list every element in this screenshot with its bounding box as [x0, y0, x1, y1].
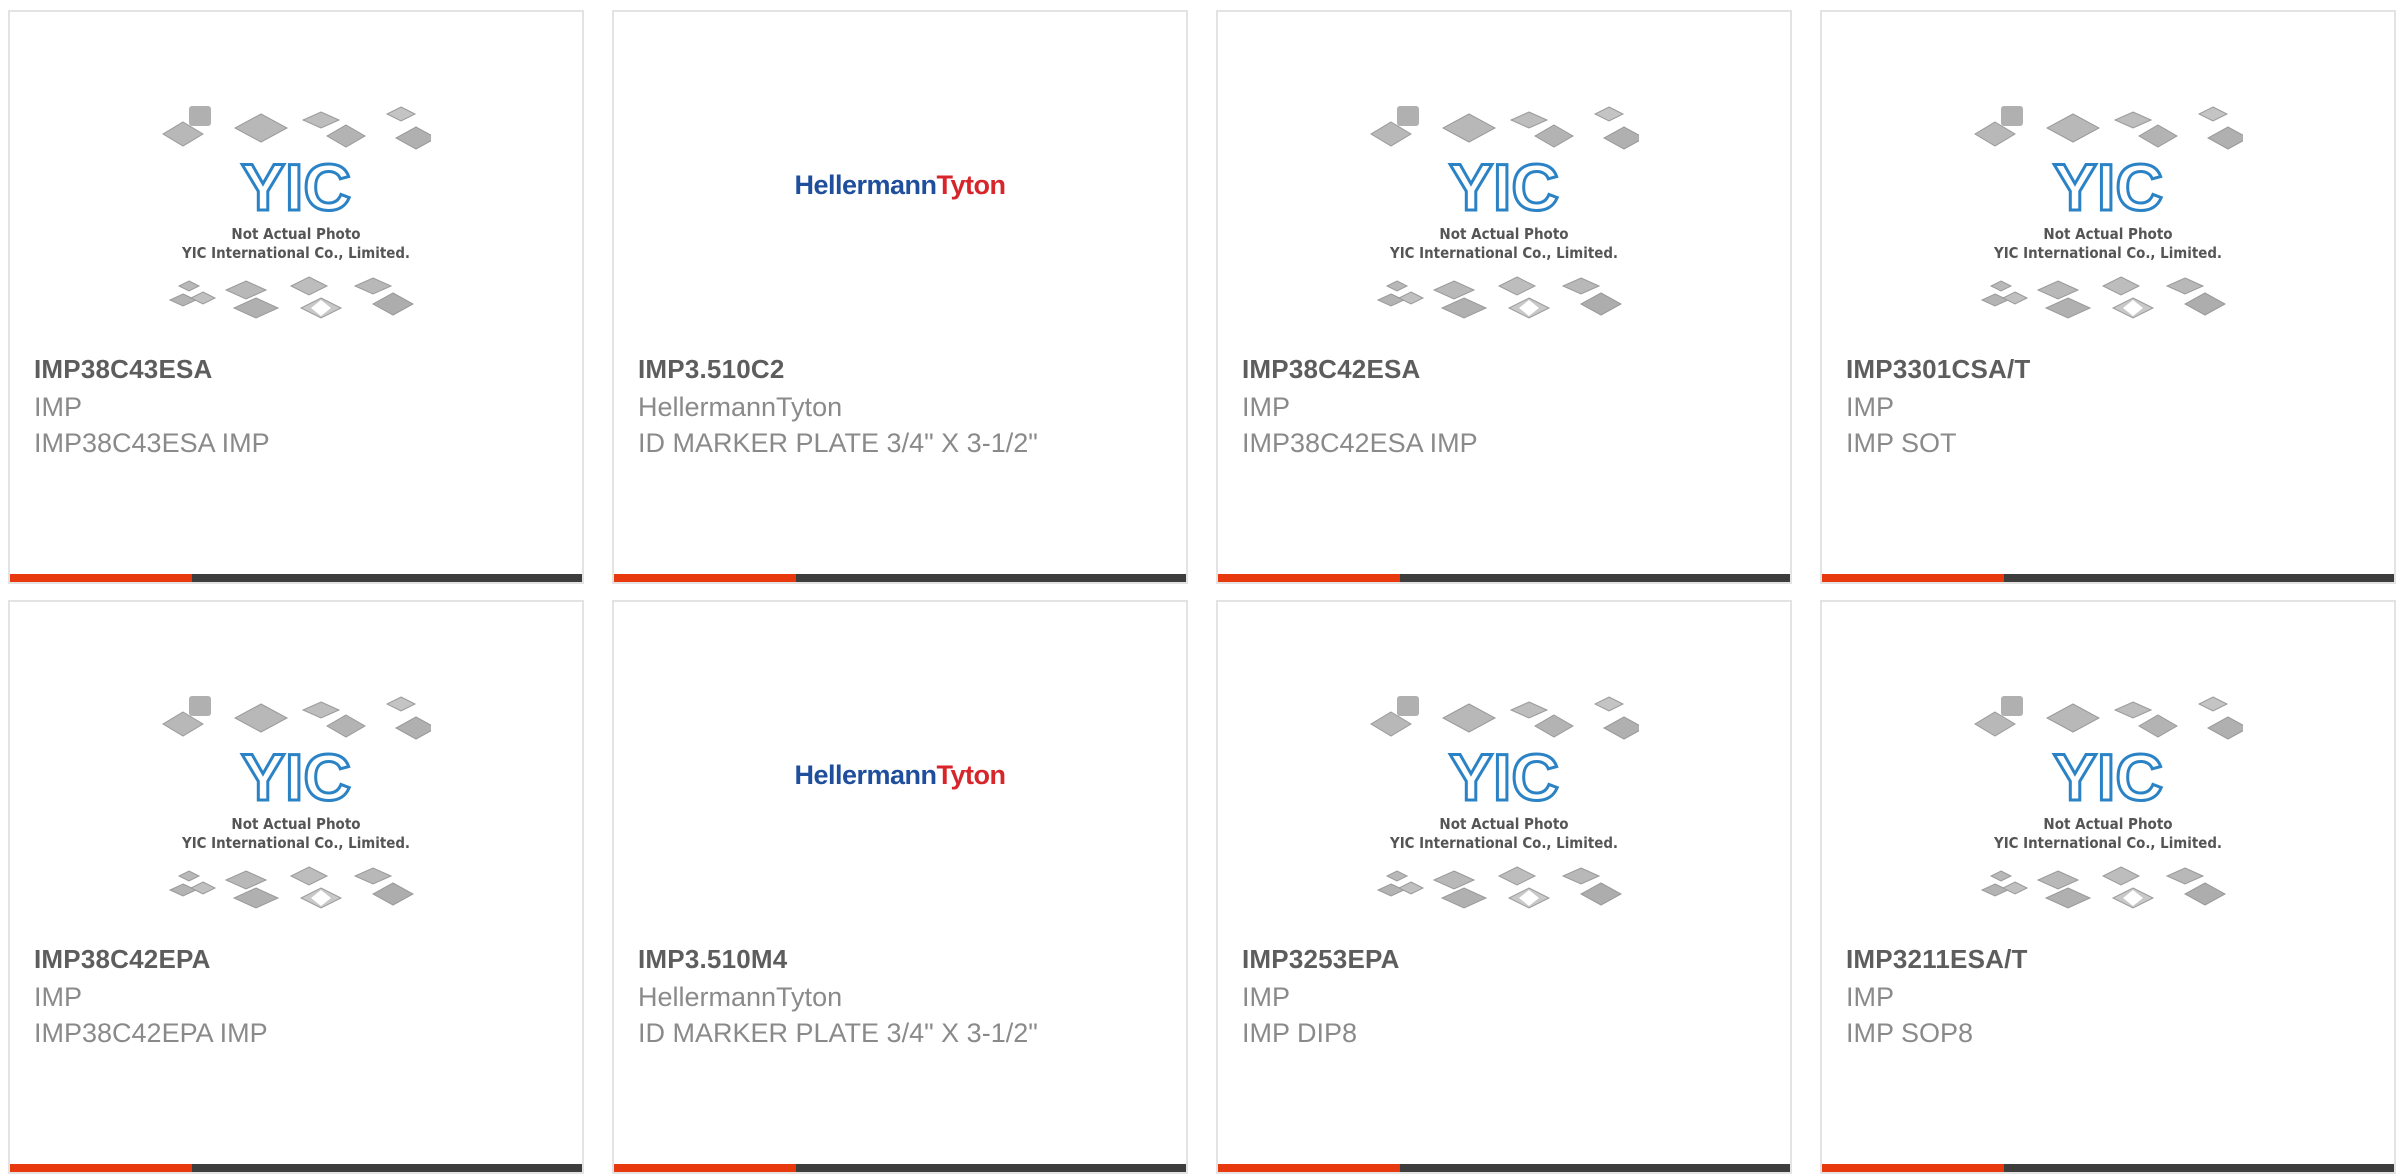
product-image-placeholder: YIC Not Actual Photo YIC International Co.… — [1822, 98, 2394, 354]
product-image-placeholder: YIC Not Actual Photo YIC International Co.… — [1218, 688, 1790, 944]
card-bottom-bar — [10, 574, 582, 582]
product-image-placeholder: YIC Not Actual Photo YIC International Co.… — [10, 688, 582, 944]
manufacturer-name: IMP — [1242, 392, 1291, 422]
placeholder-caption-line2: YIC International Co., Limited. — [1389, 834, 1618, 852]
placeholder-caption-line2: YIC International Co., Limited. — [1993, 244, 2222, 262]
product-card[interactable]: YIC Not Actual Photo YIC International Co.… — [1216, 600, 1792, 1174]
card-bottom-bar — [1218, 1164, 1790, 1172]
card-accent-bar — [10, 1164, 192, 1172]
yic-logo: YIC — [241, 150, 351, 224]
card-accent-bar — [1218, 1164, 1400, 1172]
card-accent-bar — [614, 1164, 796, 1172]
brand-logo-image: HellermannTyton — [614, 688, 1186, 944]
chip-icons-bottom — [1980, 276, 2227, 319]
placeholder-caption-line2: YIC International Co., Limited. — [181, 244, 410, 262]
chip-icons-bottom — [1376, 866, 1623, 909]
chip-icons-bottom — [1980, 866, 2227, 909]
yic-placeholder-graphic: YICNot Actual PhotoYIC International Co.… — [1370, 696, 1639, 909]
product-card[interactable]: YIC Not Actual Photo YIC International Co.… — [8, 10, 584, 584]
product-description: IMP38C42EPA IMP — [34, 1018, 268, 1048]
product-card[interactable]: HellermannTyton IMP3.510M4 HellermannTyt… — [612, 600, 1188, 1174]
product-image-placeholder: YIC Not Actual Photo YIC International Co.… — [1822, 688, 2394, 944]
product-description: IMP38C42ESA IMP — [1242, 428, 1478, 458]
manufacturer-name: IMP — [1846, 982, 1895, 1012]
product-description: IMP SOP8 — [1846, 1018, 1974, 1048]
yic-placeholder-graphic: YICNot Actual PhotoYIC International Co.… — [1974, 106, 2243, 319]
product-description: IMP SOT — [1846, 428, 1957, 458]
part-number[interactable]: IMP3253EPA — [1242, 944, 1400, 975]
chip-icons-bottom — [168, 276, 415, 319]
card-accent-bar — [10, 574, 192, 582]
part-number[interactable]: IMP3301CSA/T — [1846, 354, 2030, 385]
placeholder-caption-line1: Not Actual Photo — [1439, 225, 1568, 243]
yic-logo: YIC — [1449, 150, 1559, 224]
product-card[interactable]: YIC Not Actual Photo YIC International Co.… — [1216, 10, 1792, 584]
placeholder-caption-line2: YIC International Co., Limited. — [1993, 834, 2222, 852]
chip-icons-top — [1974, 696, 2243, 740]
logo-text-part1: Hellermann — [794, 170, 937, 200]
part-number[interactable]: IMP38C42ESA — [1242, 354, 1421, 385]
yic-logo: YIC — [2053, 740, 2163, 814]
logo-text-part2: Tyton — [936, 170, 1006, 200]
chip-icons-top — [162, 106, 431, 150]
card-bottom-bar — [10, 1164, 582, 1172]
product-description: ID MARKER PLATE 3/4" X 3-1/2" — [638, 428, 1038, 458]
product-card[interactable]: YIC Not Actual Photo YIC International Co.… — [1820, 10, 2396, 584]
yic-placeholder-graphic: YICNot Actual PhotoYIC International Co.… — [1370, 106, 1639, 319]
manufacturer-name: HellermannTyton — [638, 982, 843, 1012]
placeholder-caption-line1: Not Actual Photo — [2043, 815, 2172, 833]
product-image-placeholder: YIC Not Actual Photo YIC International Co.… — [1218, 98, 1790, 354]
hellermanntyton-logo: HellermannTyton — [614, 760, 1186, 800]
yic-logo: YIC — [1449, 740, 1559, 814]
product-card[interactable]: HellermannTyton IMP3.510C2 HellermannTyt… — [612, 10, 1188, 584]
chip-icons-bottom — [1376, 276, 1623, 319]
chip-icons-top — [1370, 106, 1639, 150]
yic-placeholder-graphic: YICNot Actual PhotoYIC International Co.… — [1974, 696, 2243, 909]
placeholder-caption-line2: YIC International Co., Limited. — [1389, 244, 1618, 262]
card-accent-bar — [1218, 574, 1400, 582]
card-accent-bar — [614, 574, 796, 582]
card-bottom-bar — [1218, 574, 1790, 582]
product-card[interactable]: YIC Not Actual Photo YIC International Co.… — [1820, 600, 2396, 1174]
part-number[interactable]: IMP3.510M4 — [638, 944, 787, 975]
placeholder-caption-line1: Not Actual Photo — [2043, 225, 2172, 243]
chip-icons-top — [1370, 696, 1639, 740]
chip-icons-bottom — [168, 866, 415, 909]
placeholder-caption-line2: YIC International Co., Limited. — [181, 834, 410, 852]
manufacturer-name: HellermannTyton — [638, 392, 843, 422]
brand-logo-image: HellermannTyton — [614, 98, 1186, 354]
yic-logo: YIC — [2053, 150, 2163, 224]
card-accent-bar — [1822, 574, 2004, 582]
manufacturer-name: IMP — [1846, 392, 1895, 422]
product-description: IMP38C43ESA IMP — [34, 428, 270, 458]
hellermanntyton-logo: HellermannTyton — [614, 170, 1186, 210]
placeholder-caption-line1: Not Actual Photo — [231, 225, 360, 243]
placeholder-caption-line1: Not Actual Photo — [231, 815, 360, 833]
card-bottom-bar — [1822, 1164, 2394, 1172]
yic-logo: YIC — [241, 740, 351, 814]
part-number[interactable]: IMP3.510C2 — [638, 354, 785, 385]
logo-text-part1: Hellermann — [794, 760, 937, 790]
card-bottom-bar — [1822, 574, 2394, 582]
card-bottom-bar — [614, 1164, 1186, 1172]
manufacturer-name: IMP — [34, 392, 83, 422]
card-bottom-bar — [614, 574, 1186, 582]
manufacturer-name: IMP — [34, 982, 83, 1012]
part-number[interactable]: IMP38C42EPA — [34, 944, 211, 975]
product-description: ID MARKER PLATE 3/4" X 3-1/2" — [638, 1018, 1038, 1048]
yic-placeholder-graphic: YICNot Actual PhotoYIC International Co.… — [162, 696, 431, 909]
product-grid: YIC Not Actual Photo YIC International Co.… — [0, 0, 2400, 1174]
yic-placeholder-graphic: YICNot Actual PhotoYIC International Co.… — [162, 106, 431, 319]
product-image-placeholder: YIC Not Actual Photo YIC International Co.… — [10, 98, 582, 354]
product-card[interactable]: YIC Not Actual Photo YIC International Co.… — [8, 600, 584, 1174]
product-description: IMP DIP8 — [1242, 1018, 1358, 1048]
logo-text-part2: Tyton — [936, 760, 1006, 790]
part-number[interactable]: IMP38C43ESA — [34, 354, 213, 385]
part-number[interactable]: IMP3211ESA/T — [1846, 944, 2028, 975]
manufacturer-name: IMP — [1242, 982, 1291, 1012]
card-accent-bar — [1822, 1164, 2004, 1172]
chip-icons-top — [162, 696, 431, 740]
placeholder-caption-line1: Not Actual Photo — [1439, 815, 1568, 833]
chip-icons-top — [1974, 106, 2243, 150]
